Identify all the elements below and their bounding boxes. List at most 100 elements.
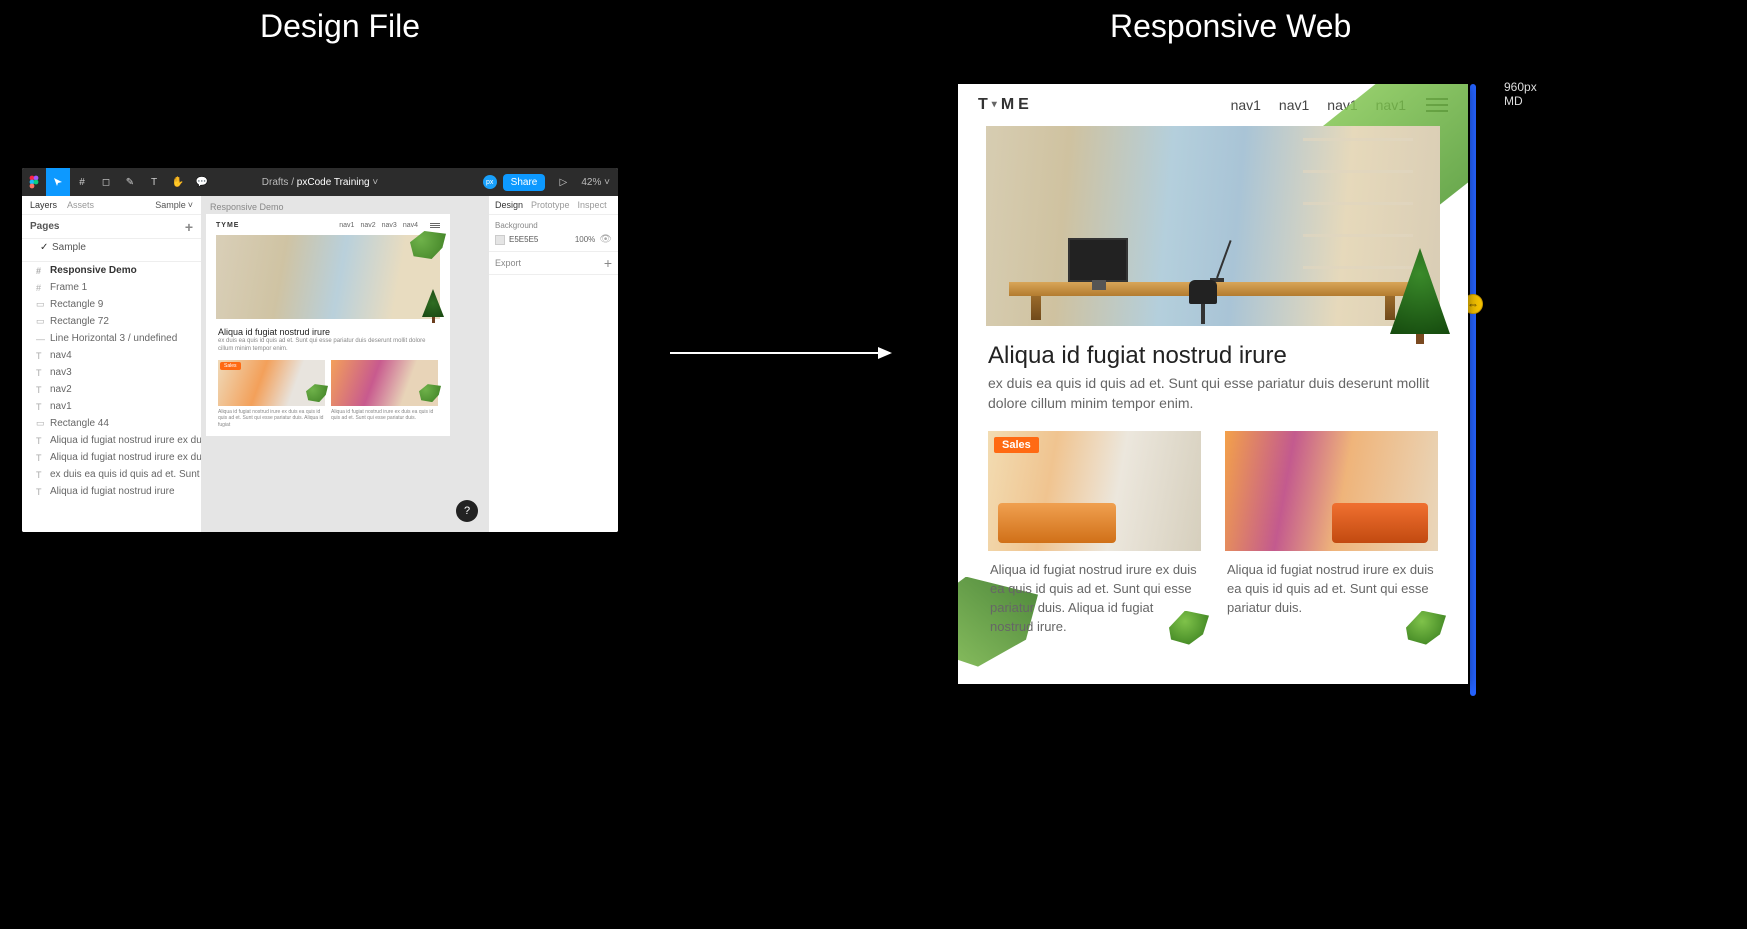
preview-nav-item: nav4 [403,222,418,229]
site-logo[interactable]: T▾ME [978,96,1033,114]
check-icon: ✓ [40,242,48,253]
text-icon: T [36,402,46,412]
color-opacity[interactable]: 100% [575,235,595,244]
heading-design-file: Design File [260,8,420,45]
tab-layers[interactable]: Layers [30,200,57,210]
text-icon: T [36,436,46,446]
nav-link[interactable]: nav1 [1231,97,1261,113]
product-card[interactable]: Sales Aliqua id fugiat nostrud irure ex … [988,431,1201,636]
leaf-decoration-icon [410,231,446,259]
text-icon: T [36,470,46,480]
tree-decoration-icon [1390,244,1450,344]
tab-assets[interactable]: Assets [67,200,94,210]
layer-item[interactable]: ▭Rectangle 72 [22,313,201,330]
breadcrumb-file: pxCode Training [297,177,370,188]
hamburger-icon [430,223,440,228]
nav-link[interactable]: nav1 [1279,97,1309,113]
zoom-level[interactable]: 42% ˅ [581,177,610,188]
layer-item[interactable]: ―Line Horizontal 3 / undefined [22,330,201,347]
breadcrumb-separator: / [291,177,294,188]
layer-item[interactable]: Tnav2 [22,381,201,398]
layer-item[interactable]: Tex duis ea quis id quis ad et. Sunt qui… [22,466,201,483]
preview-logo: TYME [216,222,239,229]
move-tool-icon[interactable] [46,168,70,196]
card-text: Aliqua id fugiat nostrud irure ex duis e… [1225,551,1438,618]
layer-item[interactable]: Tnav1 [22,398,201,415]
figma-menu-icon[interactable] [22,168,46,196]
product-card[interactable]: Aliqua id fugiat nostrud irure ex duis e… [1225,431,1438,636]
breadcrumb[interactable]: Drafts / pxCode Training ˅ [262,177,378,188]
rectangle-icon: ▭ [36,316,46,327]
layer-item[interactable]: Tnav3 [22,364,201,381]
tree-decoration-icon [422,287,444,323]
sales-badge: Sales [220,362,241,370]
tab-prototype[interactable]: Prototype [531,200,570,210]
add-page-button[interactable]: + [185,222,193,232]
preview-subtext: ex duis ea quis id quis ad et. Sunt qui … [212,338,444,358]
page-dropdown[interactable]: Sample ˅ [155,200,193,210]
hero-image [986,126,1440,326]
page-item[interactable]: ✓ Sample [22,239,201,256]
rectangle-icon: ▭ [36,299,46,310]
tab-design[interactable]: Design [495,200,523,210]
card-image [1225,431,1438,551]
arrow-icon [670,352,890,354]
frame-icon: # [36,266,46,276]
canvas[interactable]: Responsive Demo TYME nav1 nav2 nav3 nav4 [202,196,488,532]
layer-item[interactable]: ▭Rectangle 9 [22,296,201,313]
preview-heading: Aliqua id fugiat nostrud irure [212,323,444,338]
text-icon: T [36,453,46,463]
tab-inspect[interactable]: Inspect [578,200,607,210]
comment-tool-icon[interactable]: 💬 [190,168,214,196]
layer-frame-root[interactable]: # Responsive Demo [22,262,201,279]
web-preview: T▾ME nav1 nav1 nav1 nav1 Aliqua id fugia… [958,84,1468,684]
hand-tool-icon[interactable]: ✋ [166,168,190,196]
properties-panel: Design Prototype Inspect Background E5E5… [488,196,618,532]
chevron-down-icon: ˅ [601,177,610,188]
frame-tool-icon[interactable]: # [70,168,94,196]
layer-item[interactable]: #Frame 1 [22,279,201,296]
layer-item[interactable]: Tnav4 [22,347,201,364]
artboard[interactable]: TYME nav1 nav2 nav3 nav4 Aliqua id fugia… [206,214,450,436]
preview-nav-item: nav2 [360,222,375,229]
color-hex[interactable]: E5E5E5 [509,235,538,244]
help-button[interactable]: ? [456,500,478,522]
sales-badge: Sales [994,437,1039,453]
preview-card-text: Aliqua id fugiat nostrud irure ex duis e… [218,406,325,429]
breakpoint-label: 960px MD [1504,80,1537,108]
color-swatch[interactable] [495,235,505,245]
layer-item[interactable]: TAliqua id fugiat nostrud irure ex duis … [22,432,201,449]
visibility-icon[interactable]: 👁 [599,234,612,245]
page-name: Sample [52,242,86,253]
frame-label[interactable]: Responsive Demo [210,202,284,212]
responsive-preview-wrapper: 960px MD ⇔ T▾ME nav1 nav1 nav1 nav1 [958,84,1498,696]
toolbar-tools: # ◻ ✎ T ✋ 💬 [22,168,214,196]
pages-label: Pages [30,221,59,232]
preview-card-text: Aliqua id fugiat nostrud irure ex duis e… [331,406,438,422]
add-export-button[interactable]: + [604,258,612,268]
resize-ruler[interactable] [1470,84,1476,696]
share-button[interactable]: Share [503,174,546,191]
rectangle-icon: ▭ [36,418,46,429]
text-tool-icon[interactable]: T [142,168,166,196]
chevron-down-icon: ˅ [372,177,378,188]
shape-tool-icon[interactable]: ◻ [94,168,118,196]
text-icon: T [36,368,46,378]
preview-hero-image [216,235,440,319]
line-icon: ― [36,334,46,344]
breadcrumb-folder: Drafts [262,177,289,188]
layer-item[interactable]: ▭Rectangle 44 [22,415,201,432]
frame-icon: # [36,283,46,293]
play-icon[interactable]: ▷ [551,168,575,196]
heading-responsive-web: Responsive Web [1110,8,1351,45]
preview-nav-item: nav1 [339,222,354,229]
preview-nav-item: nav3 [382,222,397,229]
layer-item[interactable]: TAliqua id fugiat nostrud irure [22,483,201,500]
card-text: Aliqua id fugiat nostrud irure ex duis e… [988,551,1201,636]
export-label: Export [495,258,521,268]
design-tool-window: # ◻ ✎ T ✋ 💬 Drafts / pxCode Training ˅ p… [22,168,618,532]
pen-tool-icon[interactable]: ✎ [118,168,142,196]
logo-triangle-icon: ▾ [992,99,1001,110]
plugin-badge[interactable]: px [483,175,497,189]
layer-item[interactable]: TAliqua id fugiat nostrud irure ex duis … [22,449,201,466]
